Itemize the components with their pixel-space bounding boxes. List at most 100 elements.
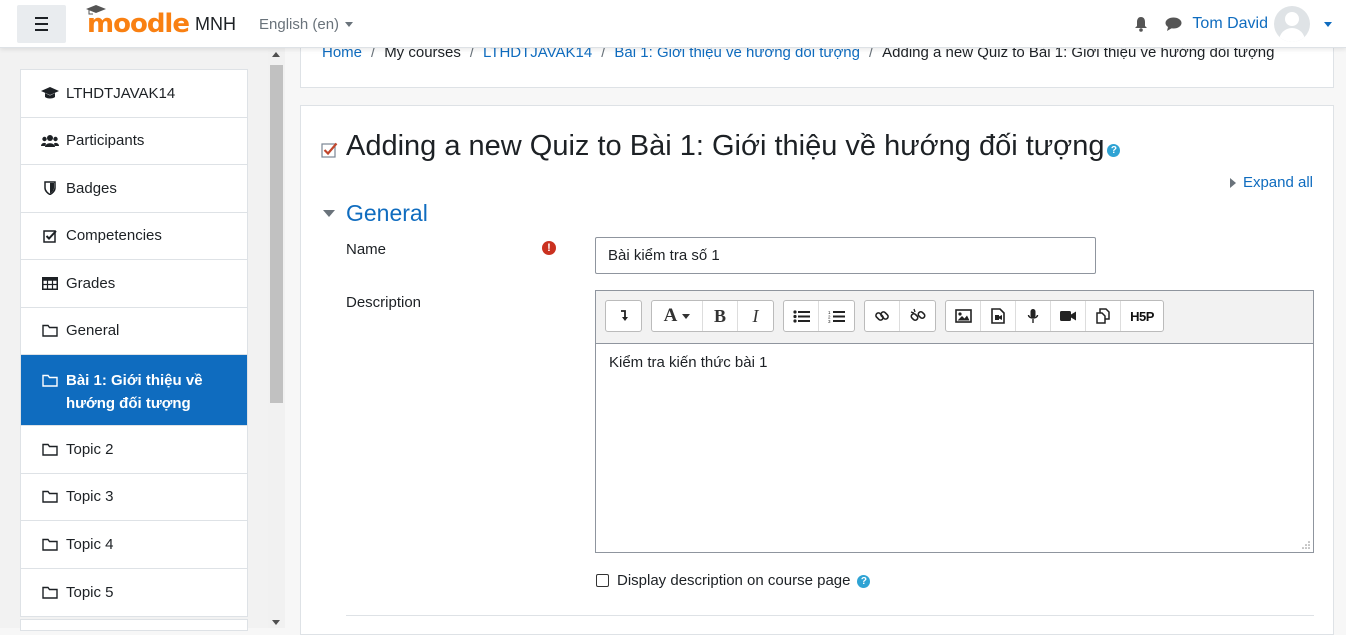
sidebar-scrollbar[interactable]: [268, 48, 285, 628]
help-icon[interactable]: ?: [1107, 144, 1121, 157]
record-video-button[interactable]: [1051, 301, 1086, 331]
link-button[interactable]: [865, 301, 900, 331]
description-textarea[interactable]: Kiểm tra kiến thức bài 1: [596, 343, 1313, 552]
page-title: Adding a new Quiz to Bài 1: Giới thiệu v…: [321, 130, 1121, 163]
link-icon: [875, 311, 889, 321]
sidebar-item-label: Topic 5: [66, 583, 114, 601]
paragraph-style-button[interactable]: A: [652, 301, 703, 331]
sidebar-item-label: Topic 2: [66, 440, 114, 458]
sidebar-item-topic-3[interactable]: Topic 3: [21, 474, 247, 521]
user-menu-caret-icon[interactable]: [1324, 21, 1332, 27]
microphone-icon: [1027, 309, 1039, 323]
unlink-button[interactable]: [900, 301, 935, 331]
hamburger-icon: [35, 15, 48, 33]
sidebar-item-grades[interactable]: Grades: [21, 260, 247, 308]
top-navbar: moodle MNH English (en) Tom David: [0, 0, 1346, 48]
sidebar-item-competencies[interactable]: Competencies: [21, 213, 247, 260]
video-camera-icon: [1060, 311, 1076, 321]
bell-icon[interactable]: [1133, 16, 1149, 32]
unlink-icon: [909, 308, 926, 322]
graduation-cap-icon: [41, 85, 59, 101]
user-name[interactable]: Tom David: [1192, 15, 1268, 33]
page-title-text: Adding a new Quiz to Bài 1: Giới thiệu v…: [346, 130, 1105, 162]
scroll-thumb[interactable]: [270, 65, 283, 403]
sidebar-item-general[interactable]: General: [21, 308, 247, 355]
description-label: Description: [346, 294, 422, 311]
sidebar-item-badges[interactable]: Badges: [21, 165, 247, 213]
folder-icon: [41, 372, 59, 388]
expand-all-label: Expand all: [1242, 174, 1313, 191]
sidebar-item-course[interactable]: LTHDTJAVAK14: [21, 70, 247, 118]
unordered-list-button[interactable]: [784, 301, 819, 331]
manage-files-button[interactable]: [1086, 301, 1121, 331]
scroll-down-arrow-icon[interactable]: [272, 620, 280, 625]
show-more-buttons-button[interactable]: [606, 301, 641, 331]
sidebar-nav: LTHDTJAVAK14 Participants Badges Compete…: [20, 69, 248, 617]
scroll-up-arrow-icon[interactable]: [272, 52, 280, 57]
moodle-logo: moodle: [86, 5, 190, 39]
display-description-checkbox-row[interactable]: Display description on course page ?: [596, 572, 871, 589]
numbered-list-icon: 123: [828, 310, 845, 323]
caret-right-icon: [1229, 177, 1236, 188]
sidebar-item-participants[interactable]: Participants: [21, 118, 247, 165]
drawer-toggle-button[interactable]: [17, 5, 66, 43]
sidebar-item-topic-2[interactable]: Topic 2: [21, 426, 247, 474]
h5p-icon: H5P: [1130, 308, 1154, 324]
nav-drawer: LTHDTJAVAK14 Participants Badges Compete…: [0, 48, 285, 631]
folder-icon: [41, 536, 59, 552]
sidebar-item-label: Bài 1: Giới thiệu về hướng đối tượng: [66, 372, 203, 412]
font-style-icon: A: [663, 305, 678, 326]
bold-icon: B: [713, 305, 726, 326]
sidebar-item-topic-4[interactable]: Topic 4: [21, 521, 247, 569]
mortarboard-logo-icon: [86, 5, 106, 15]
sidebar-item-bai-1[interactable]: Bài 1: Giới thiệu về hướng đối tượng: [21, 355, 247, 426]
site-brand[interactable]: moodle MNH: [86, 5, 236, 39]
chat-icon[interactable]: [1165, 17, 1182, 32]
italic-button[interactable]: I: [738, 301, 773, 331]
sidebar-item-topic-5[interactable]: Topic 5: [21, 569, 247, 617]
sidebar-item-label: General: [66, 322, 120, 340]
check-square-icon: [41, 228, 59, 244]
toolbar-toggle-icon: [620, 310, 628, 321]
insert-media-button[interactable]: [981, 301, 1016, 331]
display-description-checkbox[interactable]: [596, 574, 609, 587]
copy-files-icon: [1096, 308, 1110, 324]
ordered-list-button[interactable]: 123: [819, 301, 854, 331]
users-icon: [41, 133, 59, 149]
resize-handle-icon[interactable]: [1302, 541, 1310, 549]
image-icon: [954, 309, 972, 323]
table-icon: [41, 275, 59, 291]
name-input[interactable]: [595, 237, 1096, 274]
insert-image-button[interactable]: [946, 301, 981, 331]
section-general-title: General: [346, 200, 428, 226]
sidebar-item-label: Badges: [66, 179, 117, 197]
section-general-toggle[interactable]: General: [323, 200, 428, 227]
language-label: English (en): [259, 16, 340, 33]
sidebar-item-label: Competencies: [66, 227, 162, 245]
display-description-label: Display description on course page: [617, 572, 851, 589]
sidebar-item-label: Topic 3: [66, 488, 114, 506]
bullet-list-icon: [792, 309, 810, 323]
section-divider: [346, 615, 1314, 616]
folder-icon: [41, 489, 59, 505]
bold-button[interactable]: B: [703, 301, 738, 331]
help-icon[interactable]: ?: [857, 575, 871, 588]
avatar[interactable]: [1274, 6, 1310, 42]
record-audio-button[interactable]: [1016, 301, 1051, 331]
expand-all-link[interactable]: Expand all: [1229, 174, 1313, 191]
language-menu[interactable]: English (en): [259, 16, 354, 33]
description-text: Kiểm tra kiến thức bài 1: [609, 354, 768, 371]
shield-icon: [41, 180, 59, 196]
folder-icon: [41, 584, 59, 600]
sidebar-item-label: Grades: [66, 274, 116, 292]
sidebar-item-label: Participants: [66, 132, 145, 150]
caret-down-icon: [682, 313, 691, 319]
insert-h5p-button[interactable]: H5P: [1121, 301, 1163, 331]
site-name: MNH: [194, 13, 236, 34]
sidebar-item-label: LTHDTJAVAK14: [66, 84, 176, 102]
italic-icon: I: [752, 305, 759, 326]
main-region: Adding a new Quiz to Bài 1: Giới thiệu v…: [300, 105, 1334, 635]
name-label: Name: [346, 241, 387, 258]
folder-icon: [41, 441, 59, 457]
folder-icon: [41, 323, 59, 339]
